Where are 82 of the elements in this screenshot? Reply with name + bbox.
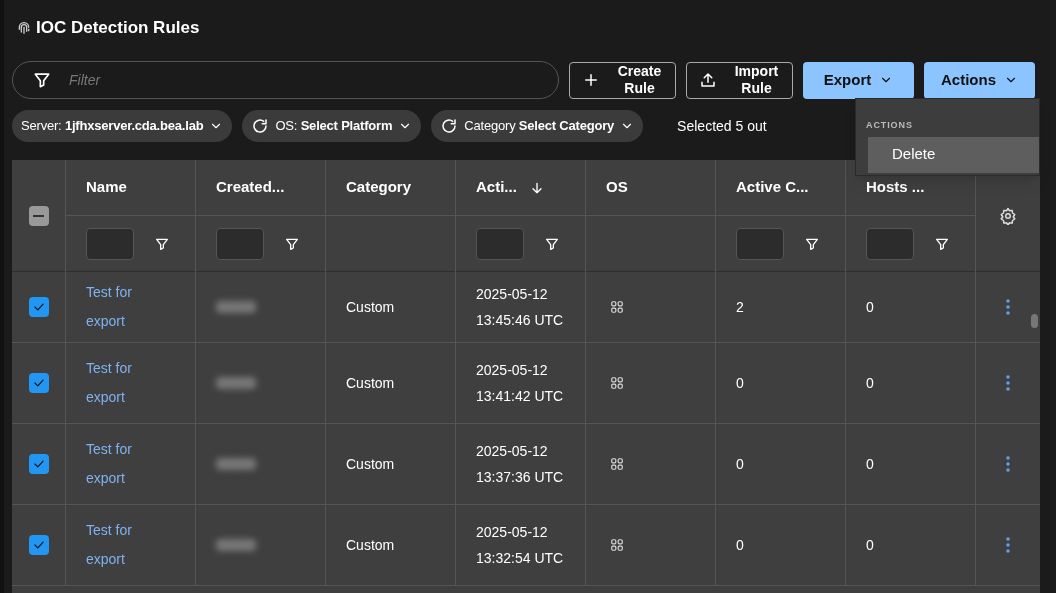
menu-item[interactable]: Delete [868, 136, 1039, 173]
rule-name-link[interactable]: Test for [86, 516, 195, 545]
filter-field[interactable]: Filter [12, 61, 559, 99]
table-cell-text: 0 [736, 454, 744, 474]
filter-icon [284, 236, 300, 252]
filter-icon [32, 70, 52, 90]
refresh-icon [251, 117, 270, 135]
column-header[interactable]: Category [346, 176, 412, 199]
table-cell-text: 13:45:46 UTC [476, 311, 565, 330]
table-cell-text: Custom [346, 535, 395, 555]
refresh-icon [440, 117, 459, 135]
row-checkbox[interactable] [28, 535, 49, 555]
row-checkbox[interactable] [28, 373, 49, 393]
windows-icon [610, 538, 624, 552]
column-filter-field[interactable] [216, 228, 264, 260]
table-cell-text: 13:32:54 UTC [476, 549, 565, 568]
table-cell-text: 13:41:42 UTC [476, 387, 565, 406]
upload-icon [699, 71, 717, 89]
rule-name-link[interactable]: export [86, 464, 195, 493]
selection-count: Selected 5 out [677, 116, 767, 136]
row-checkbox[interactable] [28, 454, 49, 474]
windows-icon [610, 300, 624, 314]
column-filter-field[interactable] [866, 228, 914, 260]
dropdown-button[interactable]: Export [803, 61, 914, 99]
windows-icon [610, 376, 624, 390]
table-cell-text: 0 [866, 454, 874, 474]
column-filter-field[interactable] [736, 228, 784, 260]
table-cell-text: Custom [346, 454, 395, 474]
rule-name-link[interactable]: Test for [86, 435, 195, 464]
column-header[interactable]: OS [606, 176, 628, 199]
filter-chip[interactable]: Server: 1jfhxserver.cda.bea.lab [12, 110, 233, 142]
column-header[interactable]: Hosts ... [866, 176, 925, 199]
menu-heading: ACTIONS [865, 119, 914, 132]
redacted-text [216, 377, 256, 389]
dropdown-button[interactable]: Actions [924, 61, 1035, 99]
settings-icon [999, 207, 1017, 225]
rule-name-link[interactable]: Test for [86, 278, 195, 307]
filter-chip[interactable]: OS: Select Platform [242, 110, 422, 142]
column-filter-field[interactable] [86, 228, 134, 260]
select-all-checkbox[interactable] [28, 206, 49, 226]
table-cell-text: Custom [346, 373, 395, 393]
column-header[interactable]: Acti... [476, 176, 517, 199]
create-rule-button[interactable]: Create Rule [569, 61, 676, 99]
more-options-icon[interactable] [1006, 299, 1010, 315]
table-cell-text: 2025-05-12 [476, 442, 549, 461]
rule-name-link[interactable]: Test for [86, 354, 195, 383]
rule-name-link[interactable]: export [86, 545, 195, 574]
table-cell-text: 0 [866, 373, 874, 393]
table-cell-text: 0 [866, 297, 874, 317]
row-checkbox[interactable] [28, 297, 49, 317]
plus-icon [582, 71, 600, 89]
table-cell-text: Custom [346, 297, 395, 317]
table-cell-text: 2025-05-12 [476, 285, 549, 304]
table-cell-text: 0 [736, 373, 744, 393]
table-cell-text: 0 [736, 535, 744, 555]
table-cell-text: 2025-05-12 [476, 361, 549, 380]
more-options-icon[interactable] [1006, 537, 1010, 553]
column-header[interactable]: Active C... [736, 176, 809, 199]
redacted-text [216, 301, 256, 313]
windows-icon [610, 457, 624, 471]
table-cell-text: 13:37:36 UTC [476, 468, 565, 487]
more-options-icon[interactable] [1006, 456, 1010, 472]
filter-chip[interactable]: Category Select Category [431, 110, 644, 142]
column-filter-field[interactable] [476, 228, 524, 260]
table-cell-text: 0 [866, 535, 874, 555]
redacted-text [216, 458, 256, 470]
column-header[interactable]: Created... [216, 176, 285, 199]
redacted-text [216, 539, 256, 551]
page-title: IOC Detection Rules [36, 17, 200, 40]
table-cell-text: 2025-05-12 [476, 523, 549, 542]
table-cell-text: 2 [736, 297, 744, 317]
import-rule-button[interactable]: Import Rule [686, 61, 793, 99]
column-header[interactable]: Name [86, 176, 127, 199]
filter-icon [154, 236, 170, 252]
fingerprint-icon [16, 20, 32, 36]
rule-name-link[interactable]: export [86, 383, 195, 412]
scrollbar-thumb[interactable] [1031, 314, 1038, 328]
rule-name-link[interactable]: export [86, 307, 195, 336]
filter-icon [934, 236, 950, 252]
more-options-icon[interactable] [1006, 375, 1010, 391]
filter-icon [544, 236, 560, 252]
filter-icon [804, 236, 820, 252]
